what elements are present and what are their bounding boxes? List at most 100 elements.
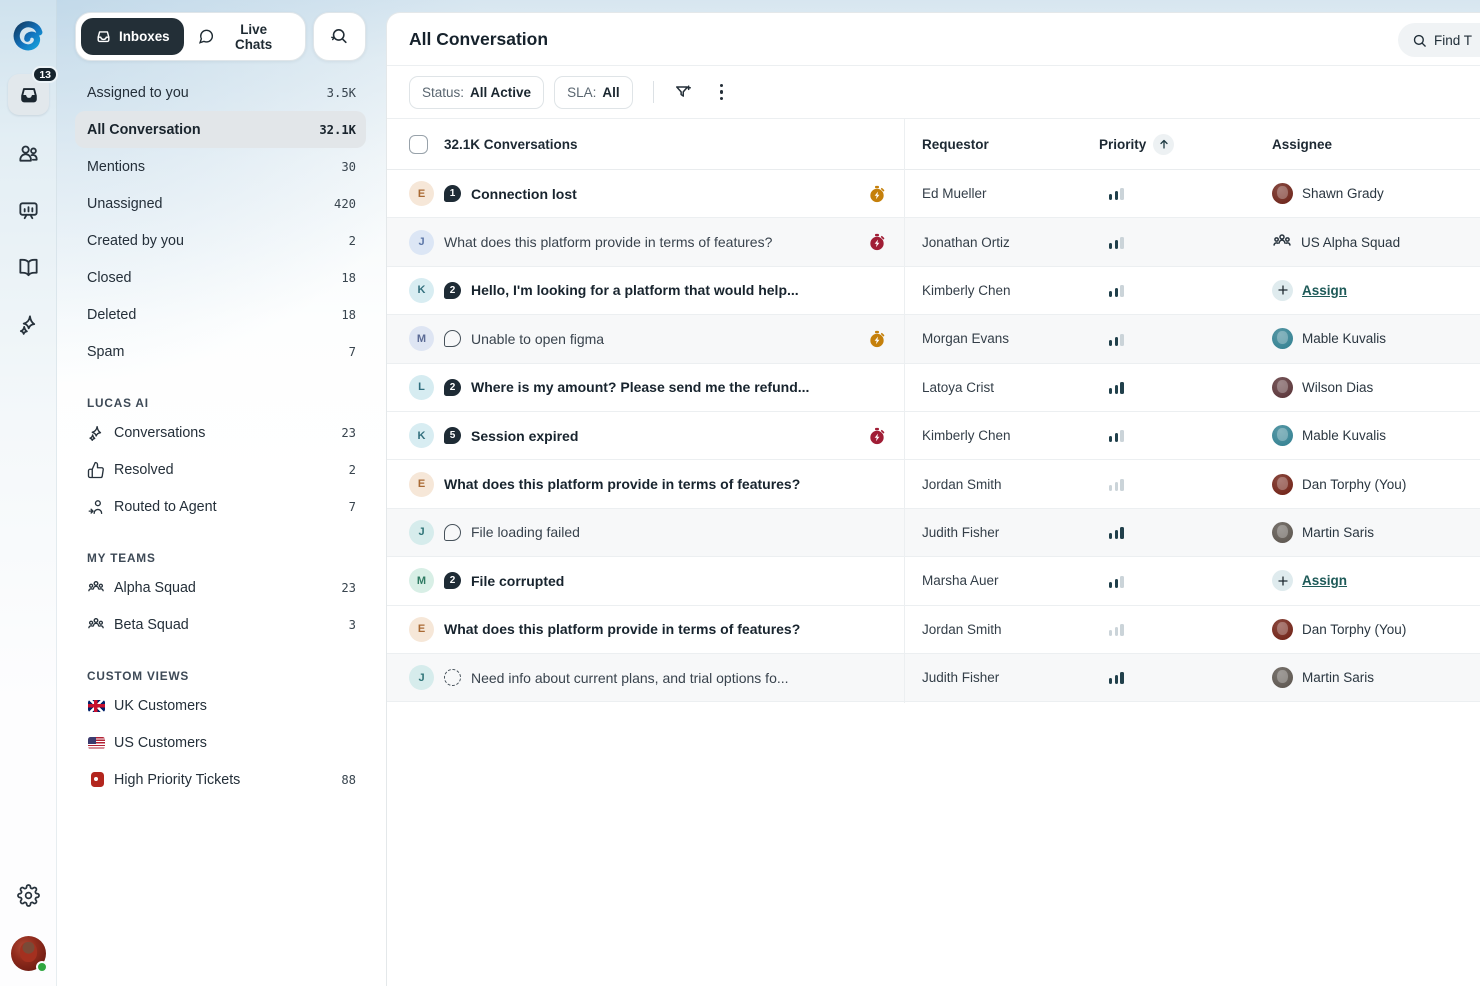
thumbs-up-icon (87, 461, 105, 479)
conversation-row[interactable]: JWhat does this platform provide in term… (387, 218, 1480, 266)
priority-bar (1115, 191, 1118, 200)
assignee-cell: Mable Kuvalis (1272, 315, 1386, 362)
status-filter-value: All Active (470, 85, 531, 100)
inbox-icon (95, 28, 112, 45)
requestor-avatar: E (409, 617, 434, 642)
priority-bar (1120, 382, 1123, 394)
assignee-name: Dan Torphy (You) (1302, 622, 1406, 637)
brand-logo-icon[interactable] (12, 20, 45, 53)
sidebar-item-routed-to-agent[interactable]: Routed to Agent7 (75, 488, 366, 525)
priority-bar (1109, 388, 1112, 394)
nav-inbox-button[interactable]: 13 (8, 74, 49, 115)
tab-live-chats[interactable]: Live Chats (184, 18, 301, 55)
settings-gear-icon[interactable] (17, 884, 40, 907)
sidebar-item-spam[interactable]: Spam7 (75, 333, 366, 370)
sidebar-item-beta-squad[interactable]: Beta Squad3 (75, 606, 366, 643)
conversation-title: Where is my amount? Please send me the r… (471, 379, 809, 395)
conversation-list: E1Connection lostEd MuellerShawn GradyJW… (387, 170, 1480, 702)
unread-count-badge: 2 (444, 282, 461, 299)
more-options-button[interactable] (708, 78, 736, 106)
section-title: CUSTOM VIEWS (75, 664, 366, 687)
conversation-title: File corrupted (471, 573, 564, 589)
assign-plus-icon[interactable] (1272, 280, 1293, 301)
find-ticket-button[interactable]: Find T (1398, 23, 1480, 57)
conversation-cell: E1Connection lost (409, 170, 577, 217)
priority-indicator (1109, 364, 1124, 411)
nav-ai-icon[interactable] (17, 313, 40, 336)
requestor-avatar: L (409, 375, 434, 400)
conversation-row[interactable]: JNeed info about current plans, and tria… (387, 654, 1480, 702)
column-priority[interactable]: Priority (1099, 119, 1174, 169)
conversation-cell: EWhat does this platform provide in term… (409, 460, 800, 507)
sla-timer-icon (868, 427, 886, 445)
priority-indicator (1109, 557, 1124, 604)
sidebar-item-count: 7 (349, 500, 356, 514)
nav-knowledge-base-icon[interactable] (17, 256, 40, 279)
priority-bar (1109, 291, 1112, 297)
conversation-row[interactable]: EWhat does this platform provide in term… (387, 606, 1480, 654)
priority-bar (1115, 385, 1118, 394)
sidebar-item-us-customers[interactable]: US Customers (75, 724, 366, 761)
conversation-row[interactable]: EWhat does this platform provide in term… (387, 460, 1480, 508)
assignee-name: Mable Kuvalis (1302, 428, 1386, 443)
priority-bar (1120, 624, 1123, 636)
priority-indicator (1109, 218, 1124, 265)
conversation-cell: K2Hello, I'm looking for a platform that… (409, 267, 799, 314)
nav-contacts-icon[interactable] (17, 142, 40, 165)
sidebar-search-button[interactable] (313, 12, 366, 61)
sla-filter-label: SLA: (567, 85, 596, 100)
sidebar-item-resolved[interactable]: Resolved2 (75, 451, 366, 488)
sort-ascending-icon[interactable] (1153, 134, 1174, 155)
sla-filter-value: All (602, 85, 619, 100)
assignee-cell: Dan Torphy (You) (1272, 606, 1406, 653)
assign-link[interactable]: Assign (1302, 283, 1347, 298)
section-title: LUCAS AI (75, 391, 366, 414)
conversation-row[interactable]: JFile loading failedJudith FisherMartin … (387, 509, 1480, 557)
assignee-cell: Martin Saris (1272, 654, 1374, 701)
sidebar-item-mentions[interactable]: Mentions30 (75, 148, 366, 185)
requestor-avatar: J (409, 665, 434, 690)
tab-inboxes[interactable]: Inboxes (81, 18, 184, 55)
conversation-cell: M2File corrupted (409, 557, 564, 604)
select-all-checkbox[interactable] (409, 135, 428, 154)
conversation-row[interactable]: K2Hello, I'm looking for a platform that… (387, 267, 1480, 315)
nav-reports-icon[interactable] (17, 199, 40, 222)
unread-count-badge: 5 (444, 427, 461, 444)
sidebar-item-conversations[interactable]: Conversations23 (75, 414, 366, 451)
sidebar-item-label: Conversations (114, 425, 341, 441)
conversation-row[interactable]: MUnable to open figmaMorgan EvansMable K… (387, 315, 1480, 363)
conversation-title: File loading failed (471, 524, 580, 540)
sidebar-item-label: Unassigned (87, 196, 163, 212)
priority-bar (1115, 675, 1118, 684)
sidebar-item-assigned-to-you[interactable]: Assigned to you3.5K (75, 74, 366, 111)
requestor-avatar: K (409, 423, 434, 448)
sidebar-item-alpha-squad[interactable]: Alpha Squad23 (75, 569, 366, 606)
assign-link[interactable]: Assign (1302, 573, 1347, 588)
sla-filter[interactable]: SLA: All (554, 76, 633, 109)
conversation-row[interactable]: E1Connection lostEd MuellerShawn Grady (387, 170, 1480, 218)
conversation-row[interactable]: K5Session expiredKimberly ChenMable Kuva… (387, 412, 1480, 460)
user-avatar[interactable] (11, 936, 46, 971)
flag-us-icon (87, 734, 105, 752)
conversation-cell: L2Where is my amount? Please send me the… (409, 364, 809, 411)
sidebar-item-unassigned[interactable]: Unassigned420 (75, 185, 366, 222)
assignee-cell: Martin Saris (1272, 509, 1374, 556)
conversation-row[interactable]: M2File corruptedMarsha AuerAssign (387, 557, 1480, 605)
sidebar-item-created-by-you[interactable]: Created by you2 (75, 222, 366, 259)
assign-plus-icon[interactable] (1272, 570, 1293, 591)
sidebar-item-count: 88 (341, 773, 356, 787)
sidebar-item-count: 30 (341, 160, 356, 174)
sidebar-item-uk-customers[interactable]: UK Customers (75, 687, 366, 724)
assignee-name: Mable Kuvalis (1302, 331, 1386, 346)
sidebar-item-high-priority-tickets[interactable]: High Priority Tickets88 (75, 761, 366, 798)
column-assignee: Assignee (1272, 119, 1332, 169)
sidebar-item-closed[interactable]: Closed18 (75, 259, 366, 296)
tab-inboxes-label: Inboxes (119, 29, 170, 44)
conversation-row[interactable]: L2Where is my amount? Please send me the… (387, 364, 1480, 412)
status-filter[interactable]: Status: All Active (409, 76, 544, 109)
sidebar-item-deleted[interactable]: Deleted18 (75, 296, 366, 333)
priority-bar (1115, 530, 1118, 539)
add-filter-button[interactable] (670, 78, 698, 106)
sidebar-item-count: 2 (349, 463, 356, 477)
sidebar-item-all-conversation[interactable]: All Conversation32.1K (75, 111, 366, 148)
